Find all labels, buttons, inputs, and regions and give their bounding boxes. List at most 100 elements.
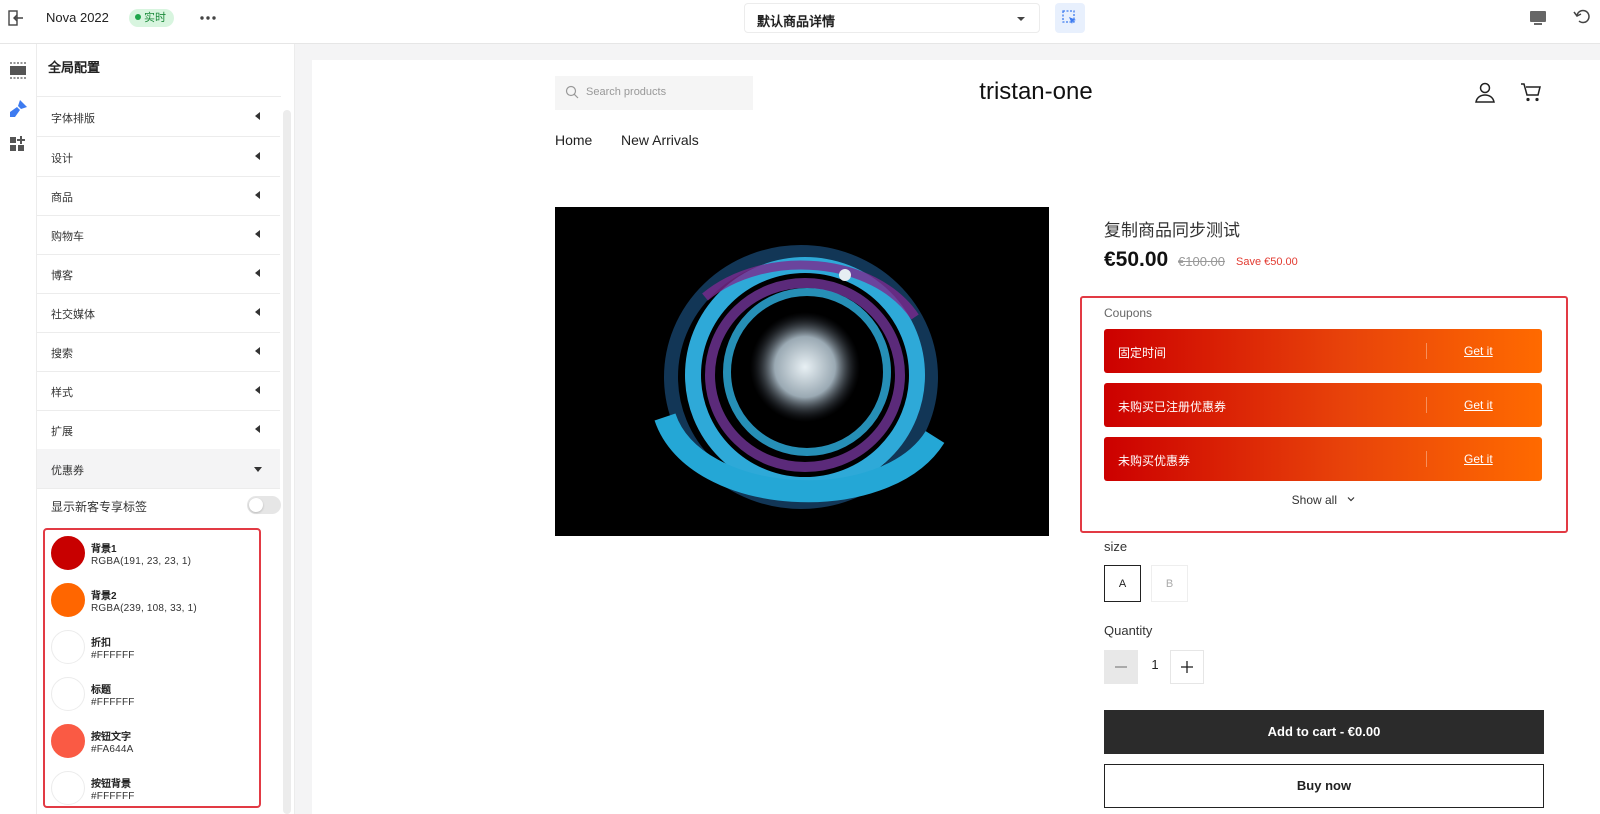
caret-left-icon (255, 152, 260, 160)
section-coupons[interactable]: 优惠券 (37, 449, 280, 489)
section-design[interactable]: 设计 (37, 137, 280, 177)
get-coupon-link[interactable]: Get it (1464, 344, 1493, 358)
coupon-colors-group: 背景1 RGBA(191, 23, 23, 1) 背景2 RGBA(239, 1… (43, 528, 261, 808)
color-name: 按钮背景 (91, 779, 131, 790)
get-coupon-link[interactable]: Get it (1464, 452, 1493, 466)
section-label: 字体排版 (51, 113, 95, 125)
size-option-b[interactable]: B (1151, 565, 1188, 602)
caret-left-icon (255, 425, 260, 433)
section-label: 设计 (51, 153, 73, 165)
coupon-card: 固定时间 Get it (1104, 329, 1542, 373)
live-status-badge: 实时 (129, 9, 174, 27)
section-extensions[interactable]: 扩展 (37, 410, 280, 450)
undo-icon[interactable] (1572, 7, 1592, 32)
section-social-media[interactable]: 社交媒体 (37, 293, 280, 333)
apps-icon[interactable] (5, 132, 31, 158)
section-blog[interactable]: 博客 (37, 254, 280, 294)
color-swatch[interactable] (51, 630, 85, 664)
color-swatch[interactable] (51, 771, 85, 805)
product-image[interactable] (555, 207, 1049, 536)
color-setting-background-2[interactable]: 背景2 RGBA(239, 108, 33, 1) (51, 579, 251, 619)
left-icon-rail (0, 44, 37, 814)
section-search[interactable]: 搜索 (37, 332, 280, 372)
color-name: 背景1 (91, 544, 117, 555)
buy-now-button[interactable]: Buy now (1104, 764, 1544, 808)
add-to-cart-button[interactable]: Add to cart - €0.00 (1104, 710, 1544, 754)
desktop-device-icon[interactable] (1529, 9, 1547, 32)
section-label: 购物车 (51, 231, 84, 243)
section-label: 社交媒体 (51, 309, 95, 321)
cart-icon[interactable] (1520, 81, 1542, 108)
section-cart[interactable]: 购物车 (37, 215, 280, 255)
quantity-decrease-button[interactable] (1104, 650, 1138, 684)
product-price: €50.00 (1104, 248, 1169, 271)
more-icon[interactable] (198, 8, 218, 28)
search-icon (565, 85, 579, 99)
coupon-divider (1426, 451, 1427, 467)
chevron-down-icon (1015, 12, 1027, 24)
inspect-select-button[interactable] (1055, 3, 1085, 33)
color-value: RGBA(191, 23, 23, 1) (91, 556, 192, 567)
new-customer-tag-setting: 显示新客专享标签 (51, 496, 281, 516)
caret-left-icon (255, 230, 260, 238)
swirl-artwork-image (555, 207, 1049, 536)
show-all-coupons-button[interactable]: Show all (1082, 493, 1566, 507)
plus-icon (1181, 661, 1193, 673)
get-coupon-link[interactable]: Get it (1464, 398, 1493, 412)
new-customer-tag-toggle[interactable] (247, 496, 281, 514)
caret-left-icon (255, 191, 260, 199)
coupon-card: 未购买优惠券 Get it (1104, 437, 1542, 481)
page-template-select[interactable]: 默认商品详情 (744, 3, 1040, 33)
coupon-divider (1426, 397, 1427, 413)
section-style[interactable]: 样式 (37, 371, 280, 411)
color-setting-button-text[interactable]: 按钮文字 #FA644A (51, 720, 251, 760)
size-option-a[interactable]: A (1104, 565, 1141, 602)
color-swatch[interactable] (51, 677, 85, 711)
coupon-title: 未购买已注册优惠券 (1118, 400, 1227, 414)
live-badge-label: 实时 (144, 12, 166, 24)
color-setting-background-1[interactable]: 背景1 RGBA(191, 23, 23, 1) (51, 532, 251, 572)
quantity-value[interactable]: 1 (1140, 657, 1170, 672)
search-products-input[interactable]: Search products (555, 76, 753, 110)
coupon-title: 未购买优惠券 (1118, 454, 1191, 468)
coupon-title: 固定时间 (1118, 346, 1167, 360)
show-all-label: Show all (1291, 493, 1337, 507)
color-value: RGBA(239, 108, 33, 1) (91, 603, 197, 614)
coupons-block: Coupons 固定时间 Get it 未购买已注册优惠券 Get it 未购买… (1080, 296, 1568, 533)
theme-brush-icon[interactable] (5, 96, 31, 122)
account-icon[interactable] (1474, 81, 1496, 108)
section-label: 优惠券 (51, 465, 84, 477)
color-value: #FFFFFF (91, 697, 135, 708)
color-value: #FA644A (91, 744, 134, 755)
section-typography[interactable]: 字体排版 (37, 97, 280, 137)
nav-new-arrivals[interactable]: New Arrivals (621, 132, 699, 148)
toggle-label: 显示新客专享标签 (51, 500, 148, 514)
quantity-increase-button[interactable] (1170, 650, 1204, 684)
size-label: size (1104, 539, 1128, 554)
quantity-label: Quantity (1104, 623, 1153, 638)
caret-down-icon (254, 467, 262, 472)
section-product[interactable]: 商品 (37, 176, 280, 216)
coupon-card: 未购买已注册优惠券 Get it (1104, 383, 1542, 427)
color-setting-title[interactable]: 标题 #FFFFFF (51, 673, 251, 713)
color-swatch[interactable] (51, 583, 85, 617)
caret-left-icon (255, 269, 260, 277)
color-setting-button-background[interactable]: 按钮背景 #FFFFFF (51, 767, 251, 806)
section-label: 扩展 (51, 426, 73, 438)
search-placeholder: Search products (586, 86, 667, 98)
color-swatch[interactable] (51, 724, 85, 758)
chevron-down-icon (1347, 497, 1355, 502)
caret-left-icon (255, 347, 260, 355)
color-swatch[interactable] (51, 536, 85, 570)
section-label: 搜索 (51, 348, 73, 360)
sections-icon[interactable] (5, 58, 31, 84)
exit-icon[interactable] (6, 8, 26, 28)
color-setting-discount[interactable]: 折扣 #FFFFFF (51, 626, 251, 666)
savings-label: Save €50.00 (1236, 256, 1298, 268)
panel-scrollbar[interactable] (283, 110, 291, 814)
coupon-divider (1426, 343, 1427, 359)
global-settings-panel: 全局配置 字体排版 设计 商品 购物车 博客 社交媒体 搜索 样式 扩展 优惠券… (37, 44, 295, 814)
app-title: Nova 2022 (46, 10, 109, 25)
nav-home[interactable]: Home (555, 132, 592, 148)
store-brand-logo[interactable]: tristan-one (912, 78, 1160, 106)
